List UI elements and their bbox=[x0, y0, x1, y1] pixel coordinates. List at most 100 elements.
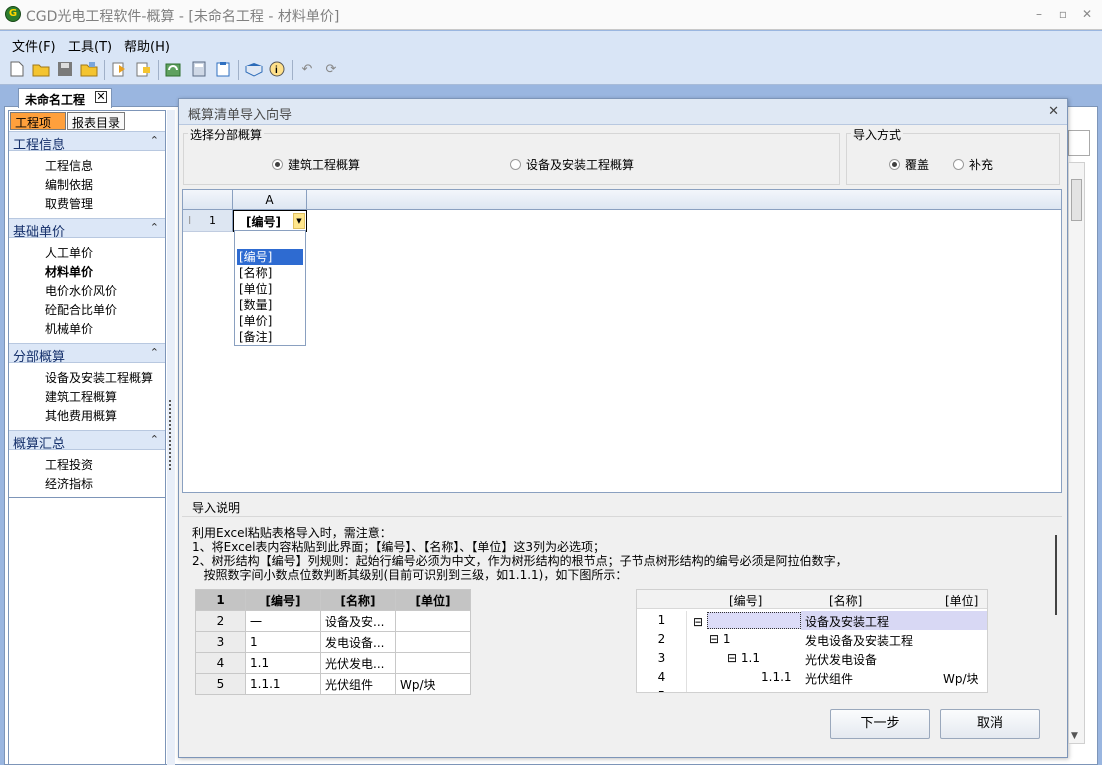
dropdown-option[interactable]: [名称] bbox=[237, 265, 303, 281]
tree-row: 2 ⊟ 1 发电设备及安装工程 bbox=[637, 630, 987, 649]
table-cell bbox=[395, 631, 471, 653]
undo-icon[interactable]: ↶ bbox=[298, 61, 316, 79]
table-cell: 1.1.1 bbox=[245, 673, 321, 695]
nav-item[interactable]: 设备及安装工程概算 bbox=[45, 369, 153, 386]
tree-row-name: 设备及安装工程 bbox=[805, 615, 890, 629]
nav-item[interactable]: 工程投资 bbox=[45, 456, 93, 473]
window-close-button[interactable]: ✕ bbox=[1078, 5, 1096, 23]
grid-corner[interactable] bbox=[183, 190, 233, 210]
table-row: 5 1.1.1 光伏组件 Wp/块 bbox=[195, 673, 471, 695]
dropdown-option[interactable]: [编号] bbox=[237, 249, 303, 265]
grid-cell-a1[interactable]: [编号] ▼ bbox=[233, 210, 307, 232]
menu-help[interactable]: 帮助(H) bbox=[124, 36, 170, 55]
example-tree: [编号] [名称] [单位] 1 ⊟ 一 设备及安装工程 2 ⊟ 1 发电设备及… bbox=[636, 589, 988, 693]
restore-button[interactable]: ▫ bbox=[1054, 5, 1072, 23]
tab-project[interactable]: 工程项目 bbox=[10, 112, 66, 147]
radio-label: 补充 bbox=[969, 158, 994, 172]
chevron-up-icon[interactable]: ⌃ bbox=[150, 134, 159, 147]
dropdown-option[interactable]: [数量] bbox=[237, 297, 303, 313]
table-cell: 光伏组件 bbox=[320, 673, 396, 695]
dialog-close-icon[interactable]: ✕ bbox=[1048, 104, 1059, 119]
nav-item[interactable]: 工程信息 bbox=[45, 157, 93, 174]
nav-item[interactable]: 取费管理 bbox=[45, 195, 93, 212]
notes-scrollbar[interactable] bbox=[1052, 517, 1060, 693]
radio-equipment-estimate[interactable]: 设备及安装工程概算 bbox=[510, 156, 634, 173]
grid-column-header-a[interactable]: A bbox=[233, 190, 307, 210]
splitter-grip[interactable] bbox=[169, 400, 172, 470]
dropdown-option[interactable]: [备注] bbox=[237, 329, 303, 345]
nav-item-active[interactable]: 材料单价 bbox=[45, 263, 93, 280]
cancel-button[interactable]: 取消 bbox=[940, 709, 1040, 739]
nav-item[interactable]: 建筑工程概算 bbox=[45, 388, 117, 405]
scrollbar-thumb[interactable] bbox=[1071, 179, 1082, 221]
radio-building-estimate[interactable]: 建筑工程概算 bbox=[272, 156, 360, 173]
import-icon[interactable] bbox=[134, 61, 152, 79]
example-table: 1 [编号] [名称] [单位] 2 一 设备及安... 3 1 发电设备...… bbox=[195, 589, 471, 695]
notes-line: 按照数字间小数点位数判断其级别(目前可识别到三级，如1.1.1)，如下图所示： bbox=[192, 568, 628, 582]
group-header-project-info[interactable]: 工程信息 ⌃ bbox=[9, 131, 165, 153]
close-icon[interactable]: ✕ bbox=[95, 91, 107, 103]
menu-tools[interactable]: 工具(T) bbox=[68, 36, 112, 55]
dialog-title-bar: 概算清单导入向导 ✕ bbox=[179, 99, 1067, 125]
table-cell: 一 bbox=[245, 610, 321, 632]
book-icon[interactable] bbox=[245, 61, 263, 79]
panel-divider bbox=[9, 497, 165, 498]
chevron-up-icon[interactable]: ⌃ bbox=[150, 433, 159, 446]
nav-item[interactable]: 其他费用概算 bbox=[45, 407, 117, 424]
dropdown-option[interactable]: [单位] bbox=[237, 281, 303, 297]
clipboard-icon[interactable] bbox=[214, 61, 232, 79]
cell-value: [编号] bbox=[246, 215, 281, 229]
tab-reports[interactable]: 报表目录 bbox=[67, 112, 125, 130]
row-number: 1 bbox=[209, 214, 216, 227]
column-type-dropdown[interactable]: [编号] [名称] [单位] [数量] [单价] [备注] bbox=[234, 230, 306, 346]
tree-row-code: ⊟ 1 bbox=[709, 632, 731, 646]
chevron-up-icon[interactable]: ⌃ bbox=[150, 346, 159, 359]
notes-scroll-thumb[interactable] bbox=[1055, 535, 1057, 615]
table-cell: 1.1 bbox=[245, 652, 321, 674]
app-logo-icon: G bbox=[5, 6, 21, 22]
export-icon[interactable] bbox=[110, 61, 128, 79]
dropdown-option[interactable]: [单价] bbox=[237, 313, 303, 329]
open-project-icon[interactable] bbox=[80, 61, 98, 79]
table-cell: 3 bbox=[195, 631, 246, 653]
grid-row-header[interactable]: I 1 bbox=[183, 210, 233, 232]
nav-item[interactable]: 砼配合比单价 bbox=[45, 301, 117, 318]
radio-dot bbox=[889, 159, 900, 170]
tree-header: [单位] bbox=[945, 594, 979, 608]
select-section-legend: 选择分部概算 bbox=[188, 126, 265, 143]
radio-cover[interactable]: 覆盖 bbox=[889, 156, 929, 173]
group-header-summary[interactable]: 概算汇总 ⌃ bbox=[9, 430, 165, 452]
new-file-icon[interactable] bbox=[8, 61, 26, 79]
tree-header-row: [编号] [名称] [单位] bbox=[637, 590, 987, 609]
open-folder-icon[interactable] bbox=[32, 61, 50, 79]
row-marker: I bbox=[188, 214, 192, 227]
nav-item[interactable]: 人工单价 bbox=[45, 244, 93, 261]
table-row: 2 一 设备及安... bbox=[195, 610, 471, 632]
radio-append[interactable]: 补充 bbox=[953, 156, 993, 173]
document-tab-label: 未命名工程 bbox=[25, 93, 86, 107]
group-header-basic-price[interactable]: 基础单价 ⌃ bbox=[9, 218, 165, 240]
calculator-icon[interactable] bbox=[190, 61, 208, 79]
group-title: 工程信息 bbox=[13, 138, 66, 153]
nav-item[interactable]: 经济指标 bbox=[45, 475, 93, 492]
tree-row-num: 3 bbox=[637, 649, 687, 668]
nav-item[interactable]: 机械单价 bbox=[45, 320, 93, 337]
scroll-down-icon[interactable]: ▼ bbox=[1071, 731, 1078, 741]
table-cell: 光伏发电... bbox=[320, 652, 396, 674]
refresh-icon[interactable] bbox=[164, 61, 182, 79]
info-icon[interactable]: i bbox=[268, 61, 286, 79]
group-header-sub-estimate[interactable]: 分部概算 ⌃ bbox=[9, 343, 165, 365]
minimize-button[interactable]: – bbox=[1030, 5, 1048, 23]
nav-item[interactable]: 电价水价风价 bbox=[45, 282, 117, 299]
chevron-up-icon[interactable]: ⌃ bbox=[150, 221, 159, 234]
redo-icon[interactable]: ⟳ bbox=[322, 61, 340, 79]
document-tab[interactable]: 未命名工程 ✕ bbox=[18, 88, 112, 108]
next-step-button[interactable]: 下一步 bbox=[830, 709, 930, 739]
import-grid[interactable]: A I 1 [编号] ▼ bbox=[182, 189, 1062, 493]
main-vertical-scrollbar[interactable]: ▼ bbox=[1068, 162, 1085, 744]
title-bar: G CGD光电工程软件-概算 - [未命名工程 - 材料单价] – ▫ ✕ bbox=[0, 0, 1102, 30]
menu-file[interactable]: 文件(F) bbox=[12, 36, 56, 55]
dropdown-arrow-icon[interactable]: ▼ bbox=[293, 213, 305, 229]
save-icon[interactable] bbox=[56, 61, 74, 79]
nav-item[interactable]: 编制依据 bbox=[45, 176, 93, 193]
